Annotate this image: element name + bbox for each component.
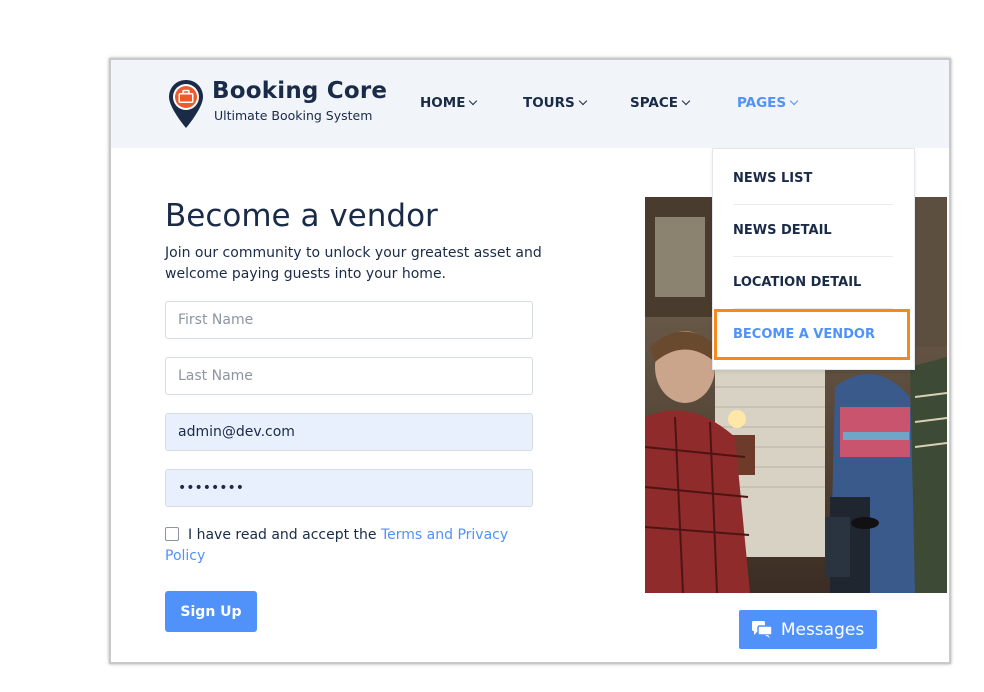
menu-divider	[733, 204, 893, 205]
last-name-field[interactable]	[165, 357, 533, 395]
password-input[interactable]	[166, 470, 532, 506]
menu-item-news-detail[interactable]: NEWS DETAIL	[733, 223, 832, 238]
chat-bubbles-icon	[751, 620, 772, 638]
email-input[interactable]	[166, 414, 532, 450]
first-name-input[interactable]	[166, 302, 532, 338]
nav-home[interactable]: HOME	[420, 95, 478, 111]
page-subtitle: Join our community to unlock your greate…	[165, 245, 542, 282]
chevron-down-icon	[789, 96, 799, 106]
terms-prefix: I have read and accept the	[188, 527, 381, 543]
page-title: Become a vendor	[165, 198, 438, 234]
nav-home-label: HOME	[420, 95, 466, 111]
chevron-down-icon	[469, 96, 478, 106]
messages-label: Messages	[780, 619, 865, 640]
booking-core-logo-icon[interactable]	[167, 78, 205, 130]
terms-text: I have read and accept the Terms and Pri…	[165, 525, 535, 567]
menu-item-news-list[interactable]: NEWS LIST	[733, 171, 812, 186]
nav-pages[interactable]: PAGES	[737, 95, 799, 111]
chevron-down-icon	[681, 96, 691, 106]
sign-up-button[interactable]: Sign Up	[165, 591, 257, 632]
brand-tagline: Ultimate Booking System	[214, 108, 373, 123]
nav-tours-label: TOURS	[523, 95, 575, 111]
nav-space-label: SPACE	[630, 95, 678, 111]
menu-divider	[733, 256, 893, 257]
nav-space[interactable]: SPACE	[630, 95, 691, 111]
menu-item-location-detail[interactable]: LOCATION DETAIL	[733, 275, 861, 290]
nav-pages-label: PAGES	[737, 95, 787, 111]
last-name-input[interactable]	[166, 358, 532, 394]
site-header: Booking Core Ultimate Booking System HOM…	[111, 60, 949, 148]
brand-name[interactable]: Booking Core	[212, 78, 387, 104]
nav-tours[interactable]: TOURS	[523, 95, 588, 111]
orange-highlight-box	[714, 309, 910, 360]
email-field[interactable]	[165, 413, 533, 451]
first-name-field[interactable]	[165, 301, 533, 339]
password-field[interactable]	[165, 469, 533, 507]
chevron-down-icon	[578, 96, 588, 106]
messages-button[interactable]: Messages	[739, 610, 877, 649]
browser-window: Booking Core Ultimate Booking System HOM…	[109, 58, 951, 664]
